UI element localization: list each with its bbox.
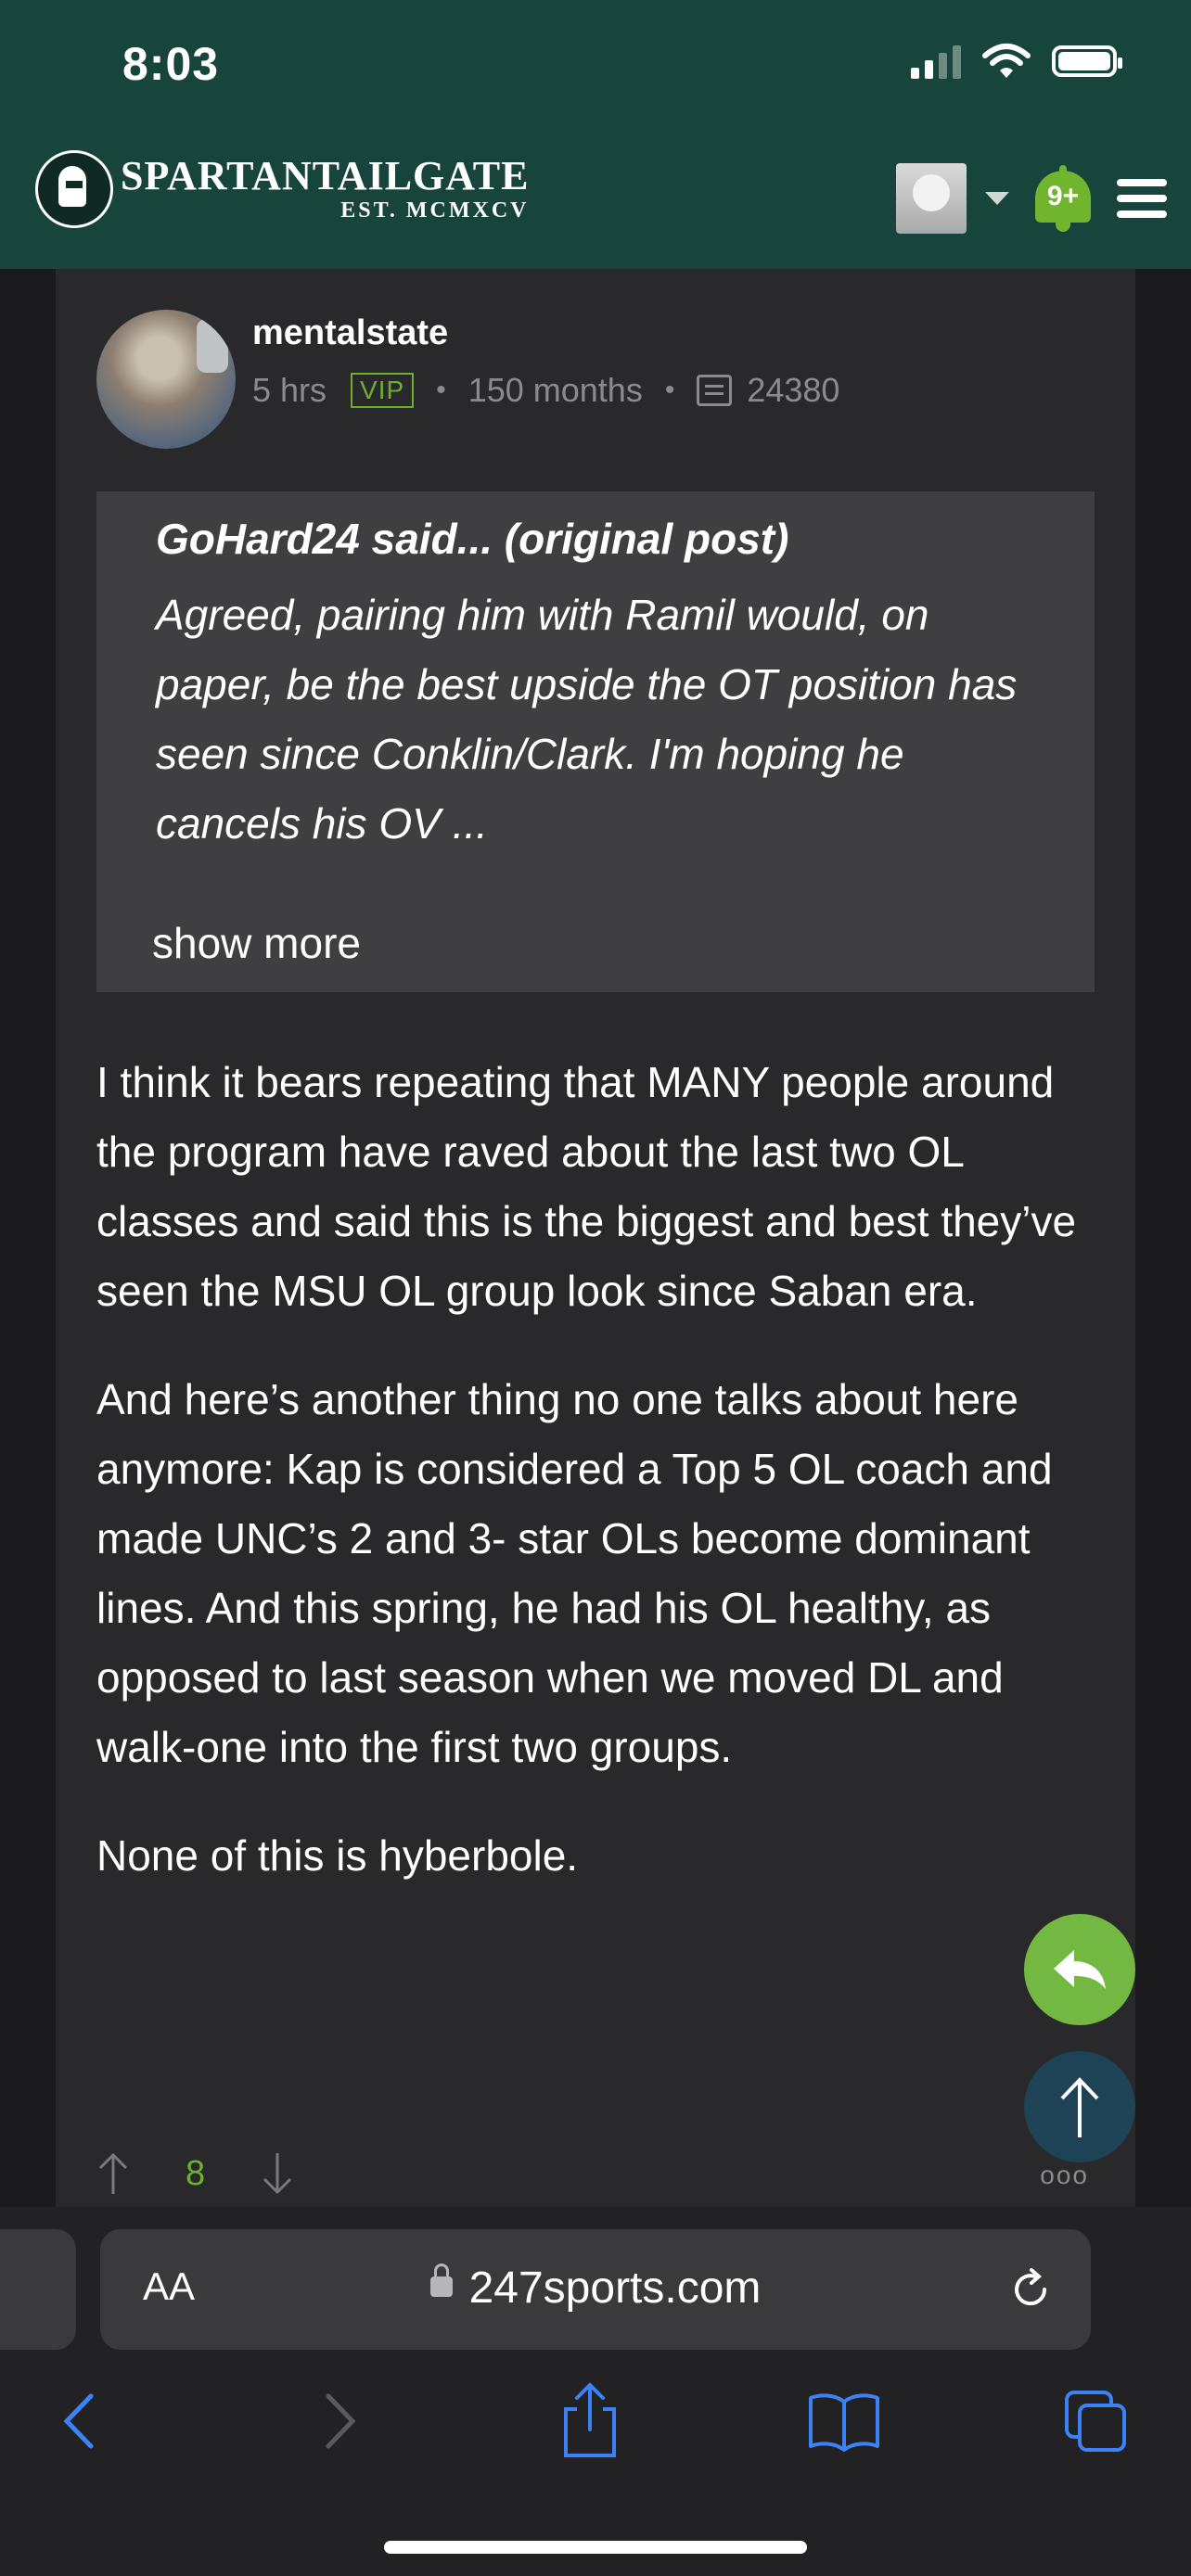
- author-name[interactable]: mentalstate: [252, 313, 448, 353]
- author-avatar[interactable]: [96, 310, 236, 449]
- chevron-down-icon[interactable]: [985, 192, 1009, 205]
- browser-toolbar: [0, 2382, 1191, 2481]
- quote-header: GoHard24 said... (original post): [156, 514, 788, 564]
- post-paragraph: None of this is hyberbole.: [96, 1831, 579, 1880]
- downvote-arrow-icon[interactable]: [261, 2151, 294, 2196]
- forward-icon[interactable]: [319, 2389, 360, 2454]
- spartan-helmet-icon: [35, 150, 113, 228]
- user-avatar[interactable]: [896, 163, 967, 234]
- quote-text: Agreed, pairing him with Ramil would, on…: [156, 591, 1018, 848]
- site-logo[interactable]: SPARTANTAILGATE EST. MCMXCV: [35, 150, 529, 228]
- separator-dot: •: [664, 375, 675, 405]
- back-icon[interactable]: [59, 2389, 100, 2454]
- post-count: 24380: [747, 371, 840, 409]
- url-text: 247sports.com: [468, 2264, 762, 2313]
- url-display[interactable]: 247sports.com: [100, 2263, 1091, 2314]
- battery-icon: [1052, 45, 1122, 77]
- bookmarks-icon[interactable]: [807, 2389, 881, 2454]
- notification-count: 9+: [1035, 171, 1091, 223]
- quote-author: GoHard24 said...: [156, 515, 493, 563]
- message-icon: [697, 375, 733, 406]
- status-icons: [911, 43, 1122, 80]
- post-body: I think it bears repeating that MANY peo…: [96, 1048, 1098, 1930]
- wifi-icon: [982, 44, 1031, 78]
- reply-icon: [1054, 1950, 1106, 1989]
- more-options-icon[interactable]: ooo: [1040, 2161, 1089, 2190]
- arrow-up-icon: [1060, 2077, 1099, 2137]
- scroll-to-top-button[interactable]: [1024, 2051, 1135, 2162]
- post-time: 5 hrs: [252, 371, 327, 409]
- vip-badge: VIP: [351, 373, 415, 408]
- home-indicator[interactable]: [384, 2541, 807, 2554]
- forum-post: mentalstate 5 hrs VIP • 150 months • 243…: [56, 269, 1135, 2207]
- site-est: EST. MCMXCV: [340, 198, 530, 223]
- hamburger-menu-icon[interactable]: [1117, 179, 1167, 218]
- post-paragraph: And here’s another thing no one talks ab…: [96, 1375, 1053, 1771]
- original-post-link[interactable]: (original post): [505, 515, 789, 563]
- lock-icon: [429, 2264, 453, 2298]
- post-paragraph: I think it bears repeating that MANY peo…: [96, 1058, 1077, 1315]
- site-header: 8:03 SPARTANTAILGATE EST. MCMXCV 9+: [0, 0, 1191, 269]
- previous-tab-preview[interactable]: [0, 2229, 76, 2350]
- tabs-icon[interactable]: [1063, 2389, 1130, 2455]
- vote-controls: 8: [96, 2151, 294, 2196]
- membership-length: 150 months: [467, 371, 643, 409]
- show-more-link[interactable]: show more: [152, 918, 361, 968]
- address-bar[interactable]: AA 247sports.com: [100, 2229, 1091, 2350]
- quoted-post: GoHard24 said... (original post) Agreed,…: [96, 491, 1095, 992]
- status-time: 8:03: [122, 38, 220, 90]
- separator-dot: •: [436, 375, 446, 405]
- vote-count: 8: [186, 2153, 206, 2193]
- cellular-signal-icon: [911, 44, 961, 79]
- share-icon[interactable]: [557, 2381, 623, 2459]
- upvote-arrow-icon[interactable]: [96, 2151, 130, 2196]
- notification-bell-icon[interactable]: 9+: [1033, 165, 1093, 232]
- site-name: SPARTANTAILGATE: [121, 152, 530, 198]
- reply-button[interactable]: [1024, 1914, 1135, 2025]
- browser-bottom-bar: AA 247sports.com: [0, 2207, 1191, 2576]
- post-meta: 5 hrs VIP • 150 months • 24380: [252, 371, 839, 410]
- reload-icon[interactable]: [1007, 2266, 1054, 2313]
